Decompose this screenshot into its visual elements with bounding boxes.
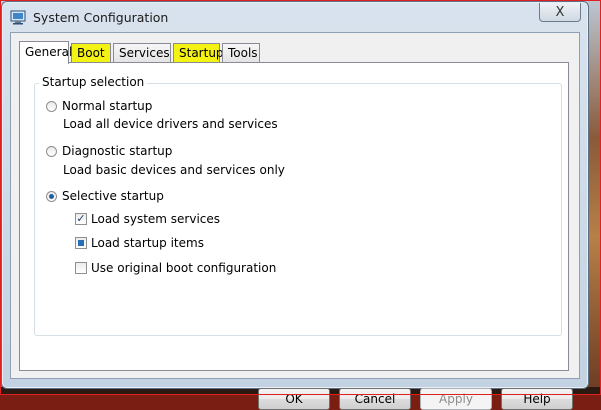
system-configuration-window: System Configuration X General Boot Serv… [1,1,589,410]
checkbox-label: Use original boot configuration [91,261,277,275]
tab-services[interactable]: Services [113,43,171,62]
apply-button[interactable]: Apply [420,388,492,410]
ok-button[interactable]: OK [258,388,330,410]
system-configuration-icon [10,10,26,25]
title-bar[interactable]: System Configuration X [2,2,588,32]
diagnostic-startup-radio[interactable]: Diagnostic startup [46,144,172,158]
option-description: Load basic devices and services only [63,163,285,177]
use-original-boot-config-checkbox[interactable]: Use original boot configuration [75,261,276,275]
indeterminate-check-icon[interactable] [75,237,87,249]
option-label: Normal startup [62,99,153,113]
tab-general[interactable]: General [19,41,72,64]
help-button[interactable]: Help [501,388,573,410]
normal-startup-radio[interactable]: Normal startup [46,99,152,113]
startup-selection-group: Startup selection Normal startup Load al… [34,75,562,336]
general-tab-panel: Startup selection Normal startup Load al… [19,62,569,371]
tab-tools[interactable]: Tools [222,43,260,62]
radio-icon[interactable] [46,100,57,112]
load-startup-items-checkbox[interactable]: Load startup items [75,236,204,250]
load-system-services-checkbox[interactable]: ✓ Load system services [75,212,220,226]
group-label: Startup selection [39,75,148,89]
tab-boot[interactable]: Boot [71,43,111,62]
window-title: System Configuration [33,10,169,25]
radio-selected-icon[interactable] [46,190,57,202]
radio-icon[interactable] [46,145,57,157]
checkmark-icon[interactable]: ✓ [75,213,87,225]
checkbox-label: Load system services [91,212,221,226]
checkbox-label: Load startup items [91,236,204,250]
close-button[interactable]: X [539,3,581,22]
option-description: Load all device drivers and services [63,117,278,131]
cancel-button[interactable]: Cancel [339,388,411,410]
empty-checkbox-icon[interactable] [75,262,87,274]
tab-startup[interactable]: Startup [173,43,224,62]
option-label: Selective startup [62,189,164,203]
close-icon: X [555,4,565,20]
option-label: Diagnostic startup [62,144,173,158]
dialog-client-area: General Boot Services Startup Tools Star… [10,32,580,410]
selective-startup-radio[interactable]: Selective startup [46,189,164,203]
